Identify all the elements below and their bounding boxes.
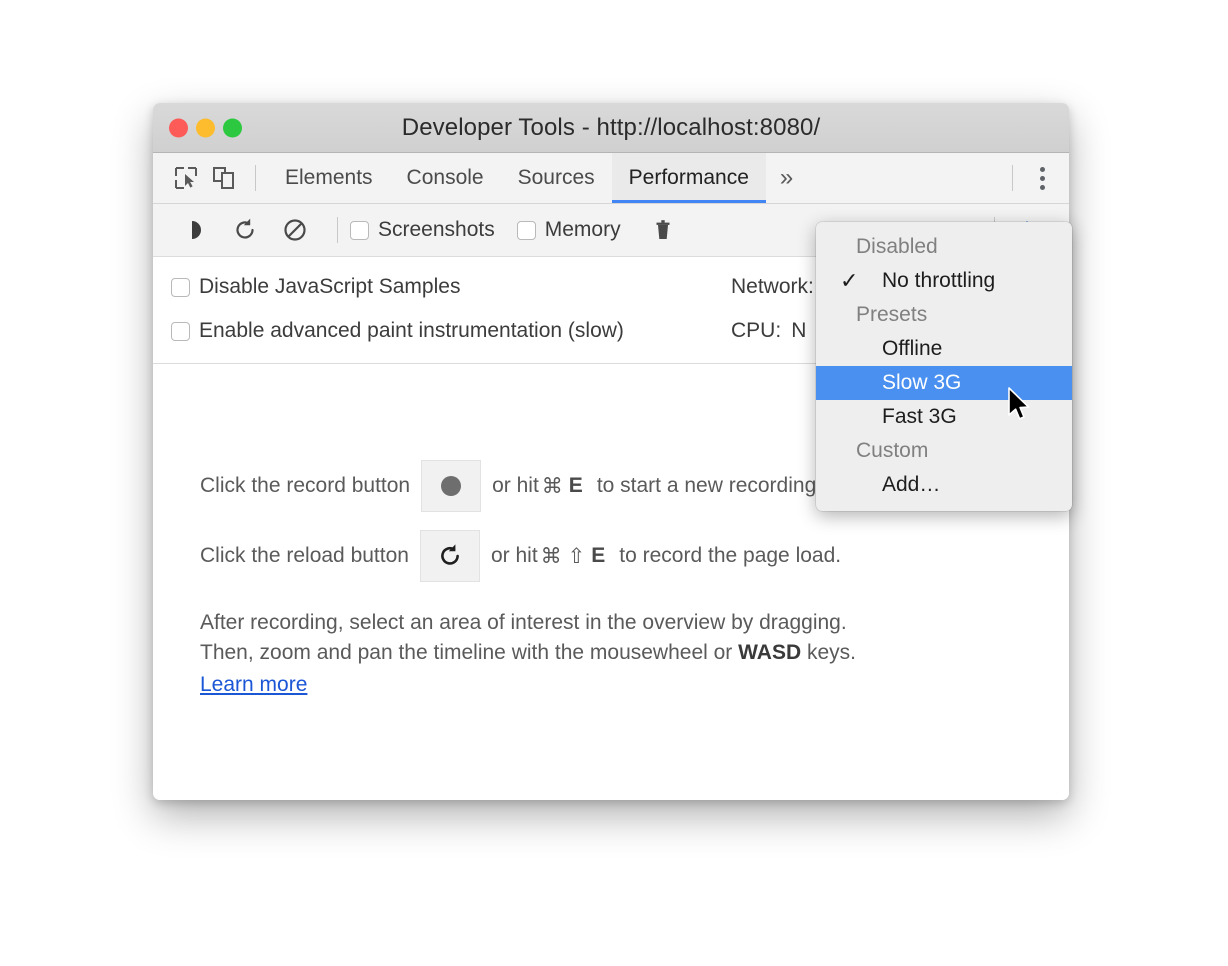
after-recording-paragraph: After recording, select an area of inter…	[200, 608, 1069, 699]
zoom-window-button[interactable]	[223, 118, 242, 137]
reload-hint-line: Click the reload button or hit ⌘ ⇧ E to …	[200, 530, 1069, 582]
menu-item-fast-3g-label: Fast 3G	[882, 405, 957, 428]
clear-recording-icon[interactable]	[275, 210, 315, 250]
menu-item-slow-3g[interactable]: Slow 3G	[816, 366, 1072, 400]
disable-js-samples-label: Disable JavaScript Samples	[199, 275, 461, 298]
traffic-light-buttons	[169, 118, 242, 137]
menu-item-offline-label: Offline	[882, 337, 943, 360]
tab-elements[interactable]: Elements	[268, 153, 390, 203]
tabbar-right-divider	[1012, 165, 1013, 191]
reload-hint-key-shift: ⇧	[567, 544, 586, 568]
record-hint-key-cmd: ⌘	[541, 474, 563, 498]
record-icon[interactable]	[175, 210, 215, 250]
menu-item-add-label: Add…	[882, 473, 941, 496]
window-title: Developer Tools - http://localhost:8080/	[401, 113, 821, 141]
paragraph-line-2a: Then, zoom and pan the timeline with the…	[200, 640, 739, 664]
menu-item-no-throttling[interactable]: ✓ No throttling	[816, 264, 1072, 298]
menu-item-fast-3g[interactable]: Fast 3G	[816, 400, 1072, 434]
menu-item-no-throttling-label: No throttling	[882, 269, 996, 292]
network-throttling-dropdown-menu: Disabled ✓ No throttling Presets Offline…	[816, 222, 1072, 511]
paragraph-line-1: After recording, select an area of inter…	[200, 611, 847, 634]
paint-instrumentation-checkbox-box[interactable]	[171, 321, 190, 341]
reload-hint-suffix: to record the page load.	[619, 544, 842, 567]
devtools-tabbar: Elements Console Sources Performance »	[153, 153, 1069, 204]
tab-console-label: Console	[406, 166, 484, 189]
paint-instrumentation-label: Enable advanced paint instrumentation (s…	[199, 319, 624, 342]
tab-list: Elements Console Sources Performance »	[268, 153, 807, 203]
reload-record-icon[interactable]	[225, 210, 265, 250]
paragraph-line-2c: keys.	[801, 640, 856, 664]
paint-instrumentation-checkbox[interactable]: Enable advanced paint instrumentation (s…	[171, 319, 624, 343]
tabbar-divider	[255, 165, 256, 191]
device-toolbar-icon[interactable]	[205, 159, 243, 197]
menu-group-custom: Custom	[816, 434, 1072, 468]
memory-checkbox[interactable]: Memory	[516, 218, 621, 242]
paragraph-line-2: Then, zoom and pan the timeline with the…	[200, 638, 1069, 668]
tab-performance-label: Performance	[628, 166, 749, 189]
menu-item-add[interactable]: Add…	[816, 468, 1072, 502]
disable-js-samples-checkbox-box[interactable]	[171, 277, 190, 297]
screenshots-label: Screenshots	[378, 218, 495, 241]
menu-group-disabled: Disabled	[816, 230, 1072, 264]
wasd-keys: WASD	[738, 640, 802, 664]
more-tabs-button[interactable]: »	[766, 153, 807, 203]
chevron-double-right-icon: »	[779, 164, 794, 191]
window-titlebar: Developer Tools - http://localhost:8080/	[153, 103, 1069, 153]
minimize-window-button[interactable]	[196, 118, 215, 137]
tab-console[interactable]: Console	[390, 153, 501, 203]
reload-hint-key-e: E	[591, 544, 606, 567]
menu-group-disabled-label: Disabled	[856, 235, 938, 258]
tab-elements-label: Elements	[285, 166, 373, 189]
tab-sources-label: Sources	[517, 166, 595, 189]
record-hint-suffix: to start a new recording.	[596, 474, 823, 497]
perfbar-divider	[337, 217, 338, 243]
disable-js-samples-checkbox[interactable]: Disable JavaScript Samples	[171, 275, 460, 299]
cpu-throttling-value: N	[791, 319, 807, 342]
trash-icon[interactable]	[643, 210, 683, 250]
cpu-throttling-label: CPU:	[731, 319, 782, 342]
menu-group-presets: Presets	[816, 298, 1072, 332]
menu-item-slow-3g-label: Slow 3G	[882, 371, 962, 394]
menu-group-custom-label: Custom	[856, 439, 929, 462]
reload-hint-key-cmd: ⌘	[540, 544, 562, 568]
reload-hint-middle: or hit	[490, 544, 538, 567]
settings-left-cell: Disable JavaScript Samples	[171, 275, 731, 299]
kebab-menu-icon[interactable]	[1025, 161, 1059, 195]
tab-sources[interactable]: Sources	[501, 153, 612, 203]
cpu-throttling-control[interactable]: CPU: N	[731, 319, 806, 343]
record-hint-key-e: E	[568, 474, 583, 497]
screen: Developer Tools - http://localhost:8080/…	[0, 0, 1228, 966]
screenshots-checkbox[interactable]: Screenshots	[350, 218, 495, 242]
network-throttling-control[interactable]: Network:	[731, 275, 814, 299]
inspect-element-icon[interactable]	[167, 159, 205, 197]
record-hint-prefix: Click the record button	[200, 474, 411, 497]
record-circle-icon[interactable]	[421, 460, 482, 512]
tabbar-right-controls	[1000, 161, 1069, 195]
memory-label: Memory	[544, 218, 621, 241]
tab-performance[interactable]: Performance	[611, 153, 767, 203]
learn-more-link[interactable]: Learn more	[200, 670, 307, 700]
network-throttling-label: Network:	[731, 275, 814, 298]
memory-checkbox-box[interactable]	[516, 220, 536, 240]
close-window-button[interactable]	[169, 118, 188, 137]
menu-group-presets-label: Presets	[856, 303, 928, 326]
settings-left-cell-2: Enable advanced paint instrumentation (s…	[171, 319, 731, 343]
reload-hint-prefix: Click the reload button	[200, 544, 409, 567]
screenshots-checkbox-box[interactable]	[350, 220, 369, 240]
checkmark-icon: ✓	[840, 268, 859, 293]
reload-circular-arrow-icon[interactable]	[419, 530, 480, 582]
record-hint-middle: or hit	[492, 474, 539, 497]
menu-item-offline[interactable]: Offline	[816, 332, 1072, 366]
